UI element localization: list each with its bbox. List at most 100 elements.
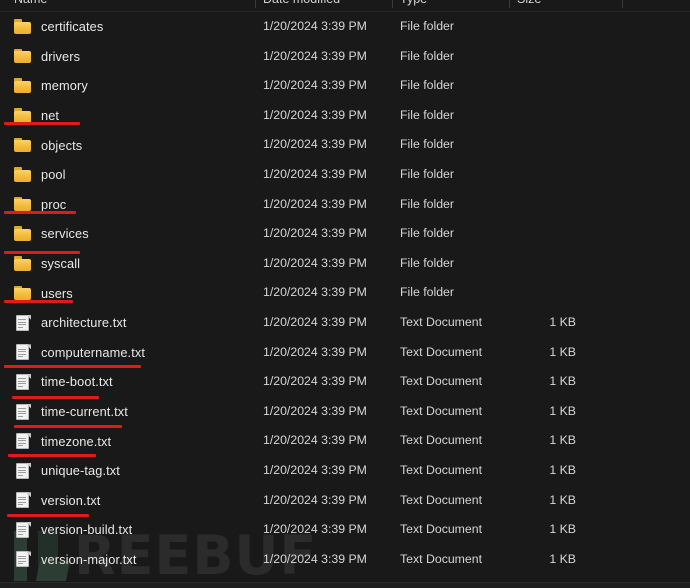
- table-row[interactable]: memory 1/20/2024 3:39 PM File folder: [0, 71, 690, 101]
- table-row[interactable]: timezone.txt 1/20/2024 3:39 PM Text Docume…: [0, 426, 690, 456]
- table-row[interactable]: syscall 1/20/2024 3:39 PM File folder: [0, 249, 690, 279]
- cell-name[interactable]: memory: [14, 71, 88, 101]
- cell-type: Text Document: [400, 403, 483, 418]
- cell-date-modified: 1/20/2024 3:39 PM: [263, 433, 367, 448]
- cell-size: 1 KB: [549, 492, 576, 507]
- table-row[interactable]: services 1/20/2024 3:39 PM File folder: [0, 219, 690, 249]
- table-row[interactable]: version.txt 1/20/2024 3:39 PM Text Documen…: [0, 486, 690, 516]
- folder-icon: [14, 48, 32, 65]
- table-row[interactable]: proc 1/20/2024 3:39 PM File folder: [0, 190, 690, 220]
- cell-name[interactable]: users: [14, 278, 73, 308]
- cell-size: 1 KB: [549, 551, 576, 566]
- cell-date-modified: 1/20/2024 3:39 PM: [263, 522, 367, 537]
- file-list[interactable]: certificates 1/20/2024 3:39 PM File folder…: [0, 12, 690, 574]
- column-resize-handle-2[interactable]: [509, 0, 510, 8]
- table-row[interactable]: net 1/20/2024 3:39 PM File folder: [0, 101, 690, 131]
- cell-type: Text Document: [400, 374, 483, 389]
- file-name-label: proc: [41, 196, 67, 212]
- cell-size: [476, 71, 576, 101]
- cell-name[interactable]: objects: [14, 130, 82, 160]
- cell-date-modified: 1/20/2024 3:39 PM: [263, 107, 367, 122]
- cell-name[interactable]: version.txt: [14, 486, 100, 516]
- cell-name[interactable]: certificates: [14, 12, 103, 42]
- table-row[interactable]: architecture.txt 1/20/2024 3:39 PM Text Do…: [0, 308, 690, 338]
- cell-size: 1 KB: [549, 344, 576, 359]
- column-resize-handle-0[interactable]: [255, 0, 256, 8]
- cell-type: Text Document: [400, 462, 483, 477]
- cell-type: File folder: [400, 255, 454, 270]
- cell-date-modified: 1/20/2024 3:39 PM: [263, 137, 367, 152]
- cell-name[interactable]: version-build.txt: [14, 515, 132, 545]
- table-row[interactable]: version-build.txt 1/20/2024 3:39 PM Text D…: [0, 515, 690, 545]
- cell-type: File folder: [400, 137, 454, 152]
- table-row[interactable]: computername.txt 1/20/2024 3:39 PM Text Do…: [0, 338, 690, 368]
- table-row[interactable]: certificates 1/20/2024 3:39 PM File folder: [0, 12, 690, 42]
- folder-icon: [14, 137, 32, 154]
- cell-name[interactable]: time-boot.txt: [14, 367, 113, 397]
- table-row[interactable]: time-current.txt 1/20/2024 3:39 PM Text Do…: [0, 397, 690, 427]
- file-name-label: objects: [41, 137, 83, 153]
- file-name-label: time-boot.txt: [41, 374, 113, 390]
- cell-type: Text Document: [400, 522, 483, 537]
- file-name-label: unique-tag.txt: [41, 463, 120, 479]
- document-icon: [14, 314, 32, 331]
- cell-type: File folder: [400, 166, 454, 181]
- file-name-label: time-current.txt: [41, 404, 128, 420]
- folder-icon: [14, 107, 32, 124]
- cell-name[interactable]: services: [14, 219, 89, 249]
- file-name-label: architecture.txt: [41, 315, 127, 331]
- cell-size: [476, 42, 576, 72]
- cell-size: 1 KB: [549, 462, 576, 477]
- cell-type: Text Document: [400, 314, 483, 329]
- cell-type: File folder: [400, 78, 454, 93]
- cell-name[interactable]: time-current.txt: [14, 397, 128, 427]
- cell-type: Text Document: [400, 492, 483, 507]
- cell-name[interactable]: syscall: [14, 249, 80, 279]
- document-icon: [14, 433, 32, 450]
- cell-size: 1 KB: [549, 403, 576, 418]
- file-name-label: timezone.txt: [41, 433, 112, 449]
- document-icon: [14, 521, 32, 538]
- cell-name[interactable]: unique-tag.txt: [14, 456, 120, 486]
- cell-date-modified: 1/20/2024 3:39 PM: [263, 166, 367, 181]
- cell-name[interactable]: net: [14, 101, 59, 131]
- cell-date-modified: 1/20/2024 3:39 PM: [263, 19, 367, 33]
- cell-size: [476, 130, 576, 160]
- cell-type: Text Document: [400, 551, 483, 566]
- cell-type: Text Document: [400, 344, 483, 359]
- folder-icon: [14, 225, 32, 242]
- table-row[interactable]: unique-tag.txt 1/20/2024 3:39 PM Text Docu…: [0, 456, 690, 486]
- cell-name[interactable]: timezone.txt: [14, 426, 111, 456]
- cell-name[interactable]: pool: [14, 160, 66, 190]
- cell-size: 1 KB: [549, 314, 576, 329]
- cell-date-modified: 1/20/2024 3:39 PM: [263, 492, 367, 507]
- table-row[interactable]: time-boot.txt 1/20/2024 3:39 PM Text Docum…: [0, 367, 690, 397]
- column-resize-handle-1[interactable]: [392, 0, 393, 8]
- cell-date-modified: 1/20/2024 3:39 PM: [263, 78, 367, 93]
- cell-size: [476, 219, 576, 249]
- cell-type: File folder: [400, 19, 454, 33]
- table-row[interactable]: version-major.txt 1/20/2024 3:39 PM Text D…: [0, 545, 690, 575]
- cell-name[interactable]: version-major.txt: [14, 545, 137, 575]
- table-row[interactable]: drivers 1/20/2024 3:39 PM File folder: [0, 42, 690, 72]
- cell-name[interactable]: computername.txt: [14, 338, 145, 368]
- folder-icon: [14, 166, 32, 183]
- cell-size: [476, 190, 576, 220]
- file-name-label: version.txt: [41, 492, 101, 508]
- cell-size: 1 KB: [549, 522, 576, 537]
- cell-name[interactable]: proc: [14, 190, 66, 220]
- folder-icon: [14, 18, 32, 35]
- table-row[interactable]: users 1/20/2024 3:39 PM File folder: [0, 278, 690, 308]
- cell-date-modified: 1/20/2024 3:39 PM: [263, 48, 367, 63]
- cell-name[interactable]: drivers: [14, 42, 80, 72]
- column-resize-handle-3[interactable]: [622, 0, 623, 8]
- folder-icon: [14, 77, 32, 94]
- cell-type: File folder: [400, 107, 454, 122]
- document-icon: [14, 462, 32, 479]
- table-row[interactable]: objects 1/20/2024 3:39 PM File folder: [0, 130, 690, 160]
- file-name-label: version-major.txt: [41, 551, 137, 567]
- cell-name[interactable]: architecture.txt: [14, 308, 127, 338]
- table-row[interactable]: pool 1/20/2024 3:39 PM File folder: [0, 160, 690, 190]
- file-name-label: drivers: [41, 48, 81, 64]
- cell-date-modified: 1/20/2024 3:39 PM: [263, 374, 367, 389]
